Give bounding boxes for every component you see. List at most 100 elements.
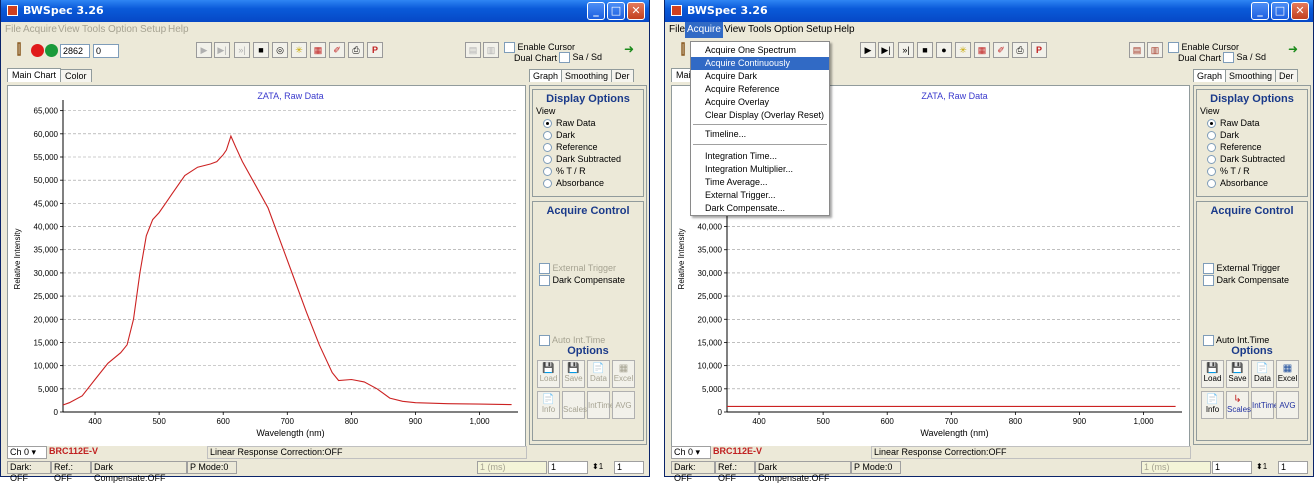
sun-icon[interactable]: ✳ bbox=[955, 42, 971, 58]
menu-help[interactable]: Help bbox=[168, 24, 189, 35]
info-button[interactable]: 📄 Info bbox=[1201, 391, 1224, 419]
excel-button[interactable]: ▦ Excel bbox=[1276, 360, 1299, 388]
title-bar[interactable]: BWSpec 3.26 _ □ ✕ bbox=[665, 0, 1313, 22]
menu-item-dark-compensate[interactable]: Dark Compensate... bbox=[691, 202, 829, 215]
menu-item-integration-time[interactable]: Integration Time... bbox=[691, 150, 829, 163]
record-icon[interactable]: ◎ bbox=[272, 42, 288, 58]
print-icon[interactable]: ⎙ bbox=[348, 42, 364, 58]
menu-item-acquire-reference[interactable]: Acquire Reference bbox=[691, 83, 829, 96]
menu-tools[interactable]: Tools bbox=[82, 24, 105, 35]
play-icon[interactable]: ▶ bbox=[860, 42, 876, 58]
radio-absorbance[interactable]: Absorbance bbox=[1207, 177, 1307, 189]
peak-icon[interactable]: P bbox=[1031, 42, 1047, 58]
menu-setup[interactable]: Setup bbox=[140, 24, 166, 35]
chart-paste-icon[interactable]: ▥ bbox=[1147, 42, 1163, 58]
save-button[interactable]: 💾 Save bbox=[1226, 360, 1249, 388]
menu-file[interactable]: File bbox=[5, 24, 21, 35]
count-input[interactable]: 1 bbox=[1278, 461, 1308, 474]
maximize-button[interactable]: □ bbox=[1271, 2, 1289, 20]
integration-input[interactable]: 2862 bbox=[60, 44, 90, 58]
menu-acquire[interactable]: Acquire bbox=[23, 24, 57, 35]
dark-compensate-checkbox[interactable]: Dark Compensate bbox=[1203, 274, 1289, 287]
tab-graph[interactable]: Graph bbox=[1193, 69, 1227, 82]
radio-reference[interactable]: Reference bbox=[1207, 141, 1307, 153]
grid-icon[interactable]: ▦ bbox=[974, 42, 990, 58]
tab-graph[interactable]: Graph bbox=[529, 69, 563, 82]
sun-icon[interactable]: ✳ bbox=[291, 42, 307, 58]
fast-forward-icon[interactable]: »| bbox=[234, 42, 250, 58]
avg-button[interactable]: AVG bbox=[612, 391, 635, 419]
menu-help[interactable]: Help bbox=[834, 24, 855, 35]
inttime-button[interactable]: IntTime bbox=[1251, 391, 1278, 419]
second-input[interactable]: 0 bbox=[93, 44, 119, 58]
spin-icon[interactable]: ⬍1 bbox=[590, 461, 612, 474]
stop-icon[interactable]: ■ bbox=[917, 42, 933, 58]
menu-item-acquire-one-spectrum[interactable]: Acquire One Spectrum bbox=[691, 44, 829, 57]
tab-derivative[interactable]: Der bbox=[611, 69, 634, 82]
step-icon[interactable]: ▶| bbox=[214, 42, 230, 58]
excel-button[interactable]: ▦ Excel bbox=[612, 360, 635, 388]
radio-absorbance[interactable]: Absorbance bbox=[543, 177, 643, 189]
radio-dark-subtracted[interactable]: Dark Subtracted bbox=[1207, 153, 1307, 165]
inttime-button[interactable]: IntTime bbox=[587, 391, 614, 419]
external-trigger-checkbox[interactable]: External Trigger bbox=[539, 262, 616, 275]
menu-item-acquire-overlay[interactable]: Acquire Overlay bbox=[691, 96, 829, 109]
menu-item-external-trigger[interactable]: External Trigger... bbox=[691, 189, 829, 202]
menu-item-time-average[interactable]: Time Average... bbox=[691, 176, 829, 189]
external-trigger-checkbox[interactable]: External Trigger bbox=[1203, 262, 1280, 275]
arrow-right-icon[interactable]: ➜ bbox=[621, 42, 637, 58]
data-button[interactable]: 📄 Data bbox=[587, 360, 610, 388]
menu-tools[interactable]: Tools bbox=[748, 24, 771, 35]
menu-acquire[interactable]: Acquire bbox=[685, 22, 723, 38]
chart-copy-icon[interactable]: ▤ bbox=[465, 42, 481, 58]
avg-input[interactable]: 1 bbox=[548, 461, 588, 474]
title-bar[interactable]: BWSpec 3.26 _ □ ✕ bbox=[1, 0, 649, 22]
spectrometer-icon[interactable]: ⫿ bbox=[675, 42, 691, 58]
red-dot-icon[interactable] bbox=[31, 44, 44, 57]
chart-area[interactable]: ZATA, Raw Data 0 5,000 10,000 15,000 20,000 25… bbox=[7, 85, 526, 447]
close-button[interactable]: ✕ bbox=[627, 2, 645, 20]
radio-raw-data[interactable]: Raw Data bbox=[1207, 117, 1307, 129]
tab-main-chart[interactable]: Main Chart bbox=[7, 68, 62, 82]
chart-copy-icon[interactable]: ▤ bbox=[1129, 42, 1145, 58]
radio-dark[interactable]: Dark bbox=[1207, 129, 1307, 141]
menu-item-clear-display-overlay-reset[interactable]: Clear Display (Overlay Reset) bbox=[691, 109, 829, 122]
fast-forward-icon[interactable]: »| bbox=[898, 42, 914, 58]
count-input[interactable]: 1 bbox=[614, 461, 644, 474]
save-button[interactable]: 💾 Save bbox=[562, 360, 585, 388]
menu-view[interactable]: View bbox=[58, 24, 80, 35]
minimize-button[interactable]: _ bbox=[1251, 2, 1269, 20]
menu-view[interactable]: View bbox=[724, 24, 746, 35]
radio-percent-tr[interactable]: % T / R bbox=[543, 165, 643, 177]
arrow-right-icon[interactable]: ➜ bbox=[1285, 42, 1301, 58]
tab-smoothing[interactable]: Smoothing bbox=[1225, 69, 1277, 82]
green-dot-icon[interactable] bbox=[45, 44, 58, 57]
minimize-button[interactable]: _ bbox=[587, 2, 605, 20]
print-icon[interactable]: ⎙ bbox=[1012, 42, 1028, 58]
step-icon[interactable]: ▶| bbox=[878, 42, 894, 58]
menu-item-timeline[interactable]: Timeline... bbox=[691, 128, 829, 141]
menu-option[interactable]: Option bbox=[774, 24, 803, 35]
menu-item-acquire-dark[interactable]: Acquire Dark bbox=[691, 70, 829, 83]
maximize-button[interactable]: □ bbox=[607, 2, 625, 20]
avg-input[interactable]: 1 bbox=[1212, 461, 1252, 474]
menu-option[interactable]: Option bbox=[108, 24, 137, 35]
radio-percent-tr[interactable]: % T / R bbox=[1207, 165, 1307, 177]
info-button[interactable]: 📄 Info bbox=[537, 391, 560, 419]
stop-icon[interactable]: ■ bbox=[253, 42, 269, 58]
close-button[interactable]: ✕ bbox=[1291, 2, 1309, 20]
channel-select[interactable]: Ch 0 ▾ bbox=[671, 446, 711, 459]
load-button[interactable]: 💾 Load bbox=[1201, 360, 1224, 388]
scales-button[interactable]: ↳ Scales bbox=[1226, 391, 1251, 419]
menu-setup[interactable]: Setup bbox=[806, 24, 832, 35]
sa-sd-checkbox[interactable]: Sa / Sd bbox=[1223, 52, 1266, 64]
tab-smoothing[interactable]: Smoothing bbox=[561, 69, 613, 82]
spin-icon[interactable]: ⬍1 bbox=[1254, 461, 1276, 474]
radio-dark-subtracted[interactable]: Dark Subtracted bbox=[543, 153, 643, 165]
radio-reference[interactable]: Reference bbox=[543, 141, 643, 153]
radio-dark[interactable]: Dark bbox=[543, 129, 643, 141]
eraser-icon[interactable]: ✐ bbox=[993, 42, 1009, 58]
avg-button[interactable]: AVG bbox=[1276, 391, 1299, 419]
tab-color[interactable]: Color bbox=[60, 69, 92, 82]
tab-derivative[interactable]: Der bbox=[1275, 69, 1298, 82]
